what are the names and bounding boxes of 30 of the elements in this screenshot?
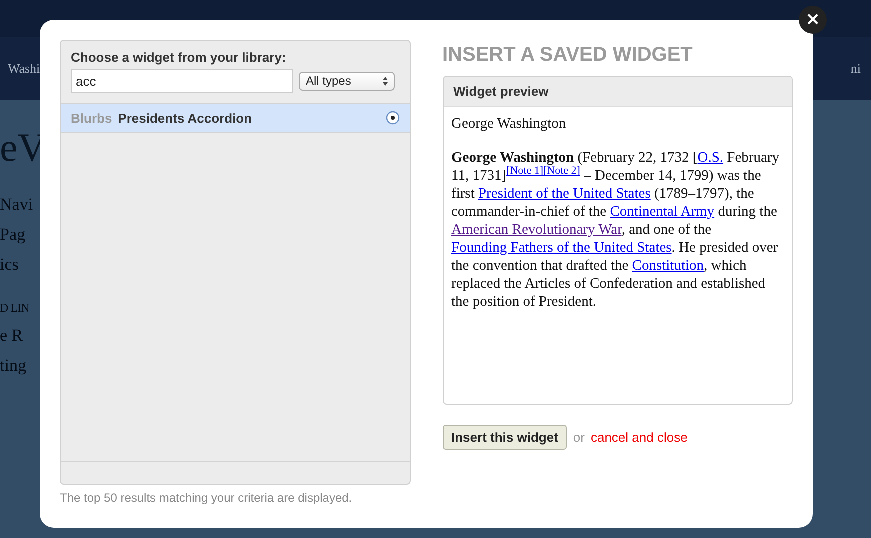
insert-button[interactable]: Insert this widget — [442, 425, 568, 450]
results-note: The top 50 results matching your criteria are displayed. — [60, 491, 354, 505]
text-link[interactable]: American Revolutionary War — [452, 222, 622, 238]
dropdown-arrows-icon — [383, 76, 388, 86]
background-text: ics — [0, 255, 19, 275]
result-type: Blurbs — [71, 110, 112, 126]
background-text: Washi — [8, 60, 40, 76]
background-text: ni — [850, 60, 861, 76]
result-name: Presidents Accordion — [118, 110, 254, 126]
background-text: ting — [0, 356, 26, 376]
background-text: e R — [0, 326, 24, 346]
text-link[interactable]: Continental Army — [610, 204, 715, 220]
cancel-link[interactable]: cancel and close — [590, 430, 688, 445]
search-field[interactable]: acc — [71, 69, 293, 93]
preview-header: Widget preview — [444, 77, 792, 107]
background-text: D LIN — [0, 301, 30, 316]
text-link[interactable]: O.S. — [698, 150, 724, 166]
preview-title: George Washington — [452, 115, 568, 133]
background-text: Navi — [0, 195, 34, 215]
footnote-link[interactable]: [Note 1][Note 2] — [506, 165, 580, 178]
radio-selected-icon — [386, 111, 400, 125]
dialog-title: INSERT A SAVED WIDGET — [442, 44, 694, 67]
library-heading: Choose a widget from your library: — [70, 49, 288, 67]
text-link[interactable]: Constitution — [632, 258, 704, 274]
type-dropdown[interactable]: All types — [299, 72, 395, 90]
background-text: Pag — [0, 225, 26, 245]
result-item[interactable]: Blurbs Presidents Accordion — [61, 104, 410, 133]
or-text: or — [573, 430, 585, 445]
text-link[interactable]: President of the United States — [478, 186, 651, 202]
text-link[interactable]: Founding Fathers of the United States — [452, 240, 672, 256]
